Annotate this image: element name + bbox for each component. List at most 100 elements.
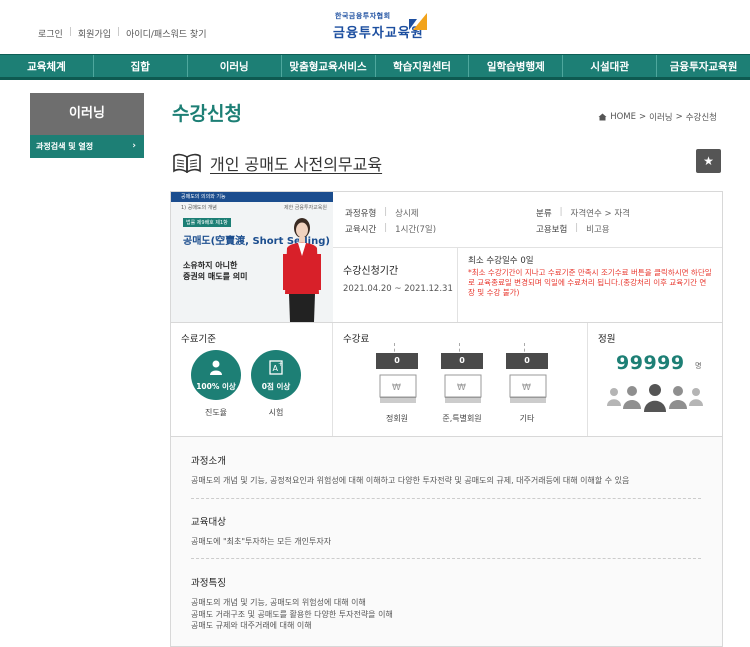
site-logo[interactable]: 한국금융투자협회 금융투자교육원	[333, 11, 433, 45]
fee-label: 정회원	[385, 414, 409, 423]
section-divider	[191, 498, 701, 499]
minimum-days-heading: 최소 수강일수 0일	[468, 256, 534, 266]
meta-value: 1시간(7일)	[395, 225, 437, 235]
breadcrumb-home[interactable]: HOME	[610, 112, 636, 122]
meta-course-hours: 교육시간 | 1시간(7일)	[345, 223, 436, 235]
money-stack-icon: ₩	[444, 374, 482, 403]
find-account-link[interactable]: 아이디/패스워드 찾기	[126, 27, 206, 40]
capacity: 정원 99999 명	[588, 323, 722, 437]
nav-classroom[interactable]: 집합	[94, 55, 188, 77]
thumb-caption-line: 소유하지 아니한	[183, 261, 238, 270]
course-intro-heading: 과정소개	[191, 456, 226, 467]
course-intro-section: 과정소개 공매도의 개념 및 기능, 공정적요인과 위험성에 대해 이해하고 다…	[191, 453, 701, 487]
nav-institute[interactable]: 금융투자교육원	[657, 55, 750, 77]
nav-learning-support[interactable]: 학습지원센터	[376, 55, 470, 77]
meta-insurance: 고용보험 | 비고용	[536, 223, 610, 235]
nav-custom-education[interactable]: 맞춤형교육서비스	[282, 55, 376, 77]
exam-icon: A +	[269, 360, 283, 375]
top-bar: 로그인 | 회원가입 | 아이디/패스워드 찾기 한국금융투자협회 금융투자교육…	[0, 0, 750, 54]
progress-criterion-badge: 100% 이상	[191, 350, 241, 400]
course-stats-row: 수료기준 100% 이상 진도율 A + 0점 이상 시험 수강료 0 ₩ 정회…	[171, 322, 722, 437]
util-links: 로그인 | 회원가입 | 아이디/패스워드 찾기	[38, 27, 206, 40]
meta-separator: |	[384, 207, 388, 217]
course-meta: 과정유형 | 상시제 교육시간 | 1시간(7일) 분류 | 자격연수 > 자격…	[333, 192, 722, 248]
chevron-right-icon: ›	[132, 141, 136, 151]
enrollment-period-heading: 수강신청기간	[343, 266, 399, 277]
fee-associate-member: 0 ₩ 준,특별회원	[432, 343, 492, 433]
exam-criterion-badge: A + 0점 이상	[251, 350, 301, 400]
fee-amount: 0	[441, 353, 483, 369]
svg-text:₩: ₩	[392, 383, 401, 393]
sidebar-item-course-search[interactable]: 과정검색 및 열정 ›	[30, 135, 144, 158]
meta-key: 과정유형	[345, 209, 377, 219]
nav-elearning[interactable]: 이러닝	[188, 55, 282, 77]
fee-other: 0 ₩ 기타	[497, 343, 557, 433]
people-group-icon	[607, 384, 703, 412]
capacity-unit: 명	[695, 362, 702, 370]
thumb-chapter-text: 공매도의 의의와 기능	[181, 194, 226, 200]
breadcrumb-current: 수강신청	[685, 113, 717, 123]
logo-org-text: 한국금융투자협회	[335, 12, 391, 20]
person-icon	[210, 360, 222, 375]
completion-criteria-heading: 수료기준	[181, 334, 216, 345]
presenter-image	[283, 218, 321, 322]
capacity-heading: 정원	[598, 334, 616, 345]
enrollment-period-dates: 2021.04.20 ~ 2021.12.31	[343, 284, 453, 294]
meta-separator: |	[384, 223, 388, 233]
link-separator: |	[68, 27, 72, 37]
nav-facility-rental[interactable]: 시설대관	[563, 55, 658, 77]
money-stack-icon: ₩	[509, 374, 547, 403]
course-feature-item: 공매도의 개념 및 기능, 공매도의 위험성에 대해 이해	[191, 598, 366, 607]
breadcrumb-separator: >	[675, 112, 683, 122]
capacity-number: 99999	[616, 352, 685, 374]
criterion-value: 0점 이상	[261, 382, 291, 391]
course-thumbnail: 공매도의 의의와 기능 1) 공매도의 개념 제한 금융투자교육원 법률 제9배…	[171, 192, 333, 322]
thumb-caption: 소유하지 아니한 증권의 매도를 의미	[183, 260, 247, 282]
fee-label: 준,특별회원	[442, 414, 482, 423]
page-title: 수강신청	[172, 103, 242, 125]
thumb-section-text: 1) 공매도의 개념	[181, 205, 217, 211]
nav-education-system[interactable]: 교육체계	[0, 55, 94, 77]
sidebar-item-label: 과정검색 및 열정	[36, 142, 94, 151]
completion-criteria: 수료기준 100% 이상 진도율 A + 0점 이상 시험	[171, 323, 333, 437]
target-audience-section: 교육대상 공매도에 "최초"투자하는 모든 개인투자자	[191, 514, 701, 548]
course-feature-item: 공매도 규제와 대주거래에 대해 이해	[191, 621, 312, 630]
money-stack-icon: ₩	[379, 374, 417, 403]
meta-value: 상시제	[395, 209, 419, 219]
section-divider	[191, 558, 701, 559]
nav-work-study[interactable]: 일학습병행제	[469, 55, 564, 77]
breadcrumb-elearning[interactable]: 이러닝	[649, 111, 672, 123]
meta-separator: |	[559, 207, 563, 217]
logo-mark-icon	[409, 13, 427, 30]
breadcrumb-separator: >	[639, 112, 647, 122]
home-icon	[598, 113, 607, 121]
thumb-brand-text: 제한 금융투자교육원	[284, 205, 327, 211]
meta-value: 비고용	[586, 225, 610, 235]
svg-text:₩: ₩	[457, 383, 466, 393]
book-icon	[173, 153, 201, 173]
thumb-caption-line: 증권의 매도를 의미	[183, 272, 248, 281]
fee-label: 기타	[519, 414, 535, 423]
fee-regular-member: 0 ₩ 정회원	[367, 343, 427, 433]
course-feature-item: 공매도 거래구조 및 공매도를 활용한 다양한 투자전략을 이해	[191, 609, 393, 619]
meta-key: 고용보험	[536, 225, 568, 235]
sidebar: 이러닝 과정검색 및 열정 ›	[30, 93, 144, 158]
meta-key: 교육시간	[345, 225, 377, 235]
tuition-fee: 수강료 0 ₩ 정회원 0 ₩ 준,특별회원 0 ₩ 기타	[333, 323, 588, 437]
login-link[interactable]: 로그인	[38, 27, 63, 40]
meta-key: 분류	[536, 209, 552, 219]
course-title: 개인 공매도 사전의무교육	[210, 155, 383, 174]
meta-course-type: 과정유형 | 상시제	[345, 207, 419, 219]
enrollment-period: 수강신청기간 2021.04.20 ~ 2021.12.31	[333, 248, 458, 322]
course-intro-text: 공매도의 개념 및 기능, 공정적요인과 위험성에 대해 이해하고 다양한 투자…	[191, 476, 630, 485]
criterion-label: 진도율	[204, 408, 228, 417]
signup-link[interactable]: 회원가입	[78, 27, 111, 40]
svg-text:₩: ₩	[522, 383, 531, 393]
target-audience-text: 공매도에 "최초"투자하는 모든 개인투자자	[191, 537, 332, 546]
target-audience-heading: 교육대상	[191, 517, 226, 528]
favorite-star-button[interactable]: ★	[696, 149, 721, 173]
meta-value: 자격연수 > 자격	[570, 209, 630, 219]
thumb-law-label: 법률 제9배호 제1항	[183, 218, 231, 227]
course-summary-row: 공매도의 의의와 기능 1) 공매도의 개념 제한 금융투자교육원 법률 제9배…	[171, 192, 722, 322]
meta-category: 분류 | 자격연수 > 자격	[536, 207, 630, 219]
